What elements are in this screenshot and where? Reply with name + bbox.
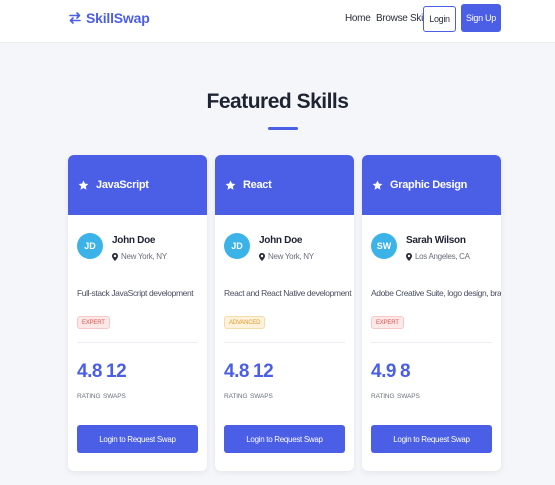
divider (224, 342, 345, 343)
navbar: SkillSwap Home Browse Skills Login Sign … (0, 0, 555, 43)
star-icon (372, 180, 383, 190)
star-icon (225, 180, 236, 190)
level-badge: EXPERT (371, 316, 404, 329)
user-name: Sarah Wilson (406, 235, 466, 246)
skill-title: Graphic Design (390, 179, 468, 191)
card-header: Graphic Design (362, 155, 501, 215)
skill-description: Full-stack JavaScript development (77, 288, 194, 298)
level-badge: ADVANCED (224, 316, 266, 329)
skill-card: Graphic Design SW Sarah Wilson Los Angel… (362, 155, 501, 471)
location-text: New York, NY (121, 252, 167, 261)
map-pin-icon (406, 252, 412, 261)
swaps-label: SWAPS (103, 393, 126, 400)
card-header: JavaScript (68, 155, 207, 215)
star-icon (78, 180, 89, 190)
request-swap-button[interactable]: Login to Request Swap (77, 425, 198, 453)
skill-card: React JD John Doe New York, NY React and… (215, 155, 354, 471)
rating-label: RATING (371, 393, 395, 400)
avatar: JD (224, 233, 250, 259)
section-title: Featured Skills (206, 90, 349, 113)
skill-title: JavaScript (96, 179, 149, 191)
rating-value: 4.8 (224, 361, 249, 382)
swaps-value: 12 (253, 361, 274, 382)
rating-value: 4.9 (371, 361, 396, 382)
rating-value: 4.8 (77, 361, 102, 382)
skill-description: Adobe Creative Suite, logo design, brand… (371, 288, 501, 298)
swaps-label: SWAPS (250, 393, 273, 400)
rating-label: RATING (77, 393, 101, 400)
location-text: New York, NY (268, 252, 314, 261)
title-underline (268, 127, 298, 130)
card-header: React (215, 155, 354, 215)
skill-card: JavaScript JD John Doe New York, NY Full… (68, 155, 207, 471)
user-location: New York, NY (112, 252, 167, 261)
divider (77, 342, 198, 343)
request-swap-button[interactable]: Login to Request Swap (224, 425, 345, 453)
skill-title: React (243, 179, 272, 191)
avatar: JD (77, 233, 103, 259)
brand-name: SkillSwap (86, 10, 150, 26)
user-location: Los Angeles, CA (406, 252, 470, 261)
level-badge: EXPERT (77, 316, 110, 329)
avatar: SW (371, 233, 397, 259)
swaps-value: 8 (400, 361, 411, 382)
login-button[interactable]: Login (423, 6, 456, 32)
rating-label: RATING (224, 393, 248, 400)
user-name: John Doe (112, 235, 156, 246)
swaps-value: 12 (106, 361, 127, 382)
user-name: John Doe (259, 235, 303, 246)
skill-description: React and React Native development (224, 288, 352, 298)
request-swap-button[interactable]: Login to Request Swap (371, 425, 492, 453)
nav-link-home[interactable]: Home (345, 13, 371, 24)
signup-button[interactable]: Sign Up (461, 4, 501, 32)
map-pin-icon (112, 252, 118, 261)
swaps-label: SWAPS (397, 393, 420, 400)
swap-arrows-icon (69, 12, 81, 24)
brand-logo[interactable]: SkillSwap (68, 10, 150, 26)
divider (371, 342, 492, 343)
map-pin-icon (259, 252, 265, 261)
user-location: New York, NY (259, 252, 314, 261)
location-text: Los Angeles, CA (415, 252, 470, 261)
